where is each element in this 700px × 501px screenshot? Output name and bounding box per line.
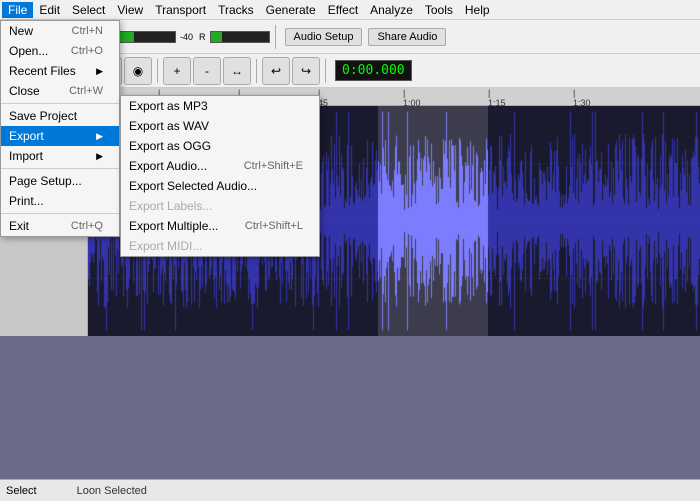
effect-menu[interactable]: Effect — [322, 2, 364, 18]
export-mp3-label: Export as MP3 — [129, 99, 208, 113]
export-multiple-item[interactable]: Export Multiple... Ctrl+Shift+L — [121, 216, 319, 236]
export-wav-label: Export as WAV — [129, 119, 209, 133]
sep-b — [1, 168, 119, 169]
loon-selected-label: Loon Selected — [77, 485, 147, 497]
print-label: Print... — [9, 194, 44, 208]
redo-button[interactable]: ↪ — [292, 57, 320, 85]
tick-130: 1:30 — [573, 88, 591, 108]
export-selected-item[interactable]: Export Selected Audio... — [121, 176, 319, 196]
bottom-bar: Select Loon Selected — [0, 479, 700, 501]
edit-menu[interactable]: Edit — [33, 2, 66, 18]
select-menu[interactable]: Select — [66, 2, 111, 18]
save-label: Save Project — [9, 109, 77, 123]
file-save-item[interactable]: Save Project — [1, 106, 119, 126]
exit-shortcut: Ctrl+Q — [71, 220, 103, 232]
tick-100: 1:00 — [403, 88, 421, 108]
export-midi-label: Export MIDI... — [129, 239, 202, 253]
export-labels-item: Export Labels... — [121, 196, 319, 216]
level-bar-l — [116, 31, 176, 43]
file-new-item[interactable]: New Ctrl+N — [1, 21, 119, 41]
select-label: Select — [6, 485, 37, 497]
export-wav-item[interactable]: Export as WAV — [121, 116, 319, 136]
tools-menu[interactable]: Tools — [419, 2, 459, 18]
file-exit-item[interactable]: Exit Ctrl+Q — [1, 216, 119, 236]
generate-menu[interactable]: Generate — [260, 2, 322, 18]
file-menu-dropdown: New Ctrl+N Open... Ctrl+O Recent Files C… — [0, 20, 120, 237]
help-menu[interactable]: Help — [459, 2, 496, 18]
export-ogg-label: Export as OGG — [129, 139, 211, 153]
share-audio-button[interactable]: Share Audio — [368, 28, 446, 46]
export-audio-label: Export Audio... — [129, 159, 207, 173]
menu-bar: File Edit Select View Transport Tracks G… — [0, 0, 700, 20]
level-label-r: R — [199, 32, 206, 42]
file-menu[interactable]: File — [2, 2, 33, 18]
file-close-item[interactable]: Close Ctrl+W — [1, 81, 119, 101]
sep-a — [1, 103, 119, 104]
export-audio-item[interactable]: Export Audio... Ctrl+Shift+E — [121, 156, 319, 176]
export-audio-shortcut: Ctrl+Shift+E — [244, 160, 303, 172]
export-label: Export — [9, 129, 44, 143]
file-open-item[interactable]: Open... Ctrl+O — [1, 41, 119, 61]
pagesetup-label: Page Setup... — [9, 174, 82, 188]
new-label: New — [9, 24, 33, 38]
exit-label: Exit — [9, 219, 29, 233]
open-label: Open... — [9, 44, 48, 58]
sep-c — [1, 213, 119, 214]
sep3 — [157, 59, 158, 83]
separator2 — [275, 25, 276, 49]
zoom-in-button[interactable]: + — [163, 57, 191, 85]
export-multiple-shortcut: Ctrl+Shift+L — [245, 220, 303, 232]
file-print-item[interactable]: Print... — [1, 191, 119, 211]
export-submenu: Export as MP3 Export as WAV Export as OG… — [120, 95, 320, 257]
export-selected-label: Export Selected Audio... — [129, 179, 257, 193]
export-ogg-item[interactable]: Export as OGG — [121, 136, 319, 156]
file-import-item[interactable]: Import — [1, 146, 119, 166]
audio-setup-button[interactable]: Audio Setup — [285, 28, 363, 46]
analyze-menu[interactable]: Analyze — [364, 2, 419, 18]
view-menu[interactable]: View — [111, 2, 149, 18]
sep4 — [256, 59, 257, 83]
time-display: 0:00.000 — [335, 60, 412, 81]
tracks-menu[interactable]: Tracks — [212, 2, 260, 18]
export-multiple-label: Export Multiple... — [129, 219, 218, 233]
sep5 — [325, 59, 326, 83]
time-shift-tool-button[interactable]: ◉ — [124, 57, 152, 85]
new-shortcut: Ctrl+N — [72, 25, 103, 37]
export-mp3-item[interactable]: Export as MP3 — [121, 96, 319, 116]
close-label: Close — [9, 84, 40, 98]
export-labels-label: Export Labels... — [129, 199, 212, 213]
tick-115: 1:15 — [488, 88, 506, 108]
undo-button[interactable]: ↩ — [262, 57, 290, 85]
import-label: Import — [9, 149, 43, 163]
open-shortcut: Ctrl+O — [71, 45, 103, 57]
zoom-out-button[interactable]: - — [193, 57, 221, 85]
file-export-item[interactable]: Export — [1, 126, 119, 146]
transport-menu[interactable]: Transport — [149, 2, 212, 18]
file-recent-item[interactable]: Recent Files — [1, 61, 119, 81]
export-midi-item: Export MIDI... — [121, 236, 319, 256]
recent-label: Recent Files — [9, 64, 76, 78]
level-meter-right: R — [199, 31, 270, 43]
empty-area — [0, 336, 700, 479]
db-label: -40 — [180, 32, 193, 42]
fit-button[interactable]: ↔ — [223, 57, 251, 85]
close-shortcut: Ctrl+W — [69, 85, 103, 97]
file-pagesetup-item[interactable]: Page Setup... — [1, 171, 119, 191]
level-bar-r — [210, 31, 270, 43]
